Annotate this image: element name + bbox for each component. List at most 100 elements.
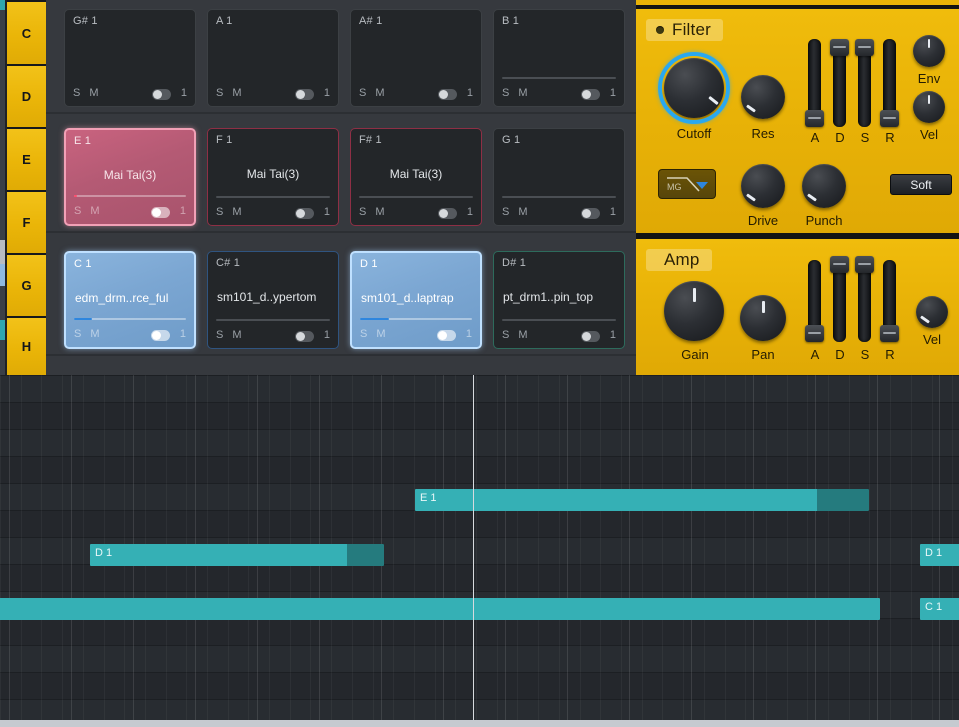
solo-mute-buttons[interactable]: S M <box>74 205 103 217</box>
solo-mute-buttons[interactable]: S M <box>502 206 531 218</box>
piano-roll-editor[interactable]: E 1 D 1 D 1 C 1 <box>0 375 959 720</box>
filter-env-knob[interactable] <box>913 35 945 67</box>
playhead[interactable] <box>473 375 474 720</box>
clip-title: edm_drm..rce_ful <box>75 291 185 305</box>
piano-roll-beat-line <box>559 375 560 720</box>
amp-header[interactable]: Amp <box>646 249 712 271</box>
clip-cell[interactable]: D 1sm101_d..laptrapS M1 <box>350 251 482 349</box>
amp-attack-slider[interactable] <box>808 260 821 342</box>
clip-launch-toggle[interactable] <box>151 207 170 218</box>
piano-roll-beat-line <box>600 375 601 720</box>
res-knob[interactable] <box>741 75 785 119</box>
clip-cell[interactable]: C 1edm_drm..rce_fulS M1 <box>64 251 196 349</box>
piano-roll-note[interactable] <box>0 598 880 620</box>
scene-button-d[interactable]: D <box>7 64 46 127</box>
soft-button[interactable]: Soft <box>890 174 952 195</box>
clip-repeat-count: 1 <box>610 206 616 218</box>
clip-cell[interactable]: C# 1sm101_d..ypertomS M1 <box>207 251 339 349</box>
amp-section: Amp Gain Pan <box>636 236 959 375</box>
piano-roll-note[interactable]: D 1 <box>920 544 959 566</box>
clip-launch-toggle[interactable] <box>438 89 457 100</box>
scene-button-c[interactable]: C <box>7 0 46 64</box>
solo-mute-buttons[interactable]: S M <box>359 87 388 99</box>
piano-roll-note[interactable]: E 1 <box>415 489 869 511</box>
clip-launch-toggle[interactable] <box>151 330 170 341</box>
filter-sustain-slider[interactable] <box>858 39 871 127</box>
piano-roll-beat-line <box>455 375 456 720</box>
filter-release-slider[interactable] <box>883 39 896 127</box>
clip-launch-toggle[interactable] <box>581 331 600 342</box>
clip-launch-toggle[interactable] <box>295 331 314 342</box>
clip-cell[interactable]: G# 1S M1 <box>64 9 196 107</box>
clip-controls: S M1 <box>502 87 616 101</box>
clip-launch-toggle[interactable] <box>438 208 457 219</box>
filter-attack-slider[interactable] <box>808 39 821 127</box>
solo-mute-buttons[interactable]: S M <box>216 206 245 218</box>
solo-mute-buttons[interactable]: S M <box>502 329 531 341</box>
piano-roll-beat-line <box>580 375 581 720</box>
clip-launch-toggle[interactable] <box>152 89 171 100</box>
pan-knob[interactable] <box>740 295 786 341</box>
amp-sustain-slider[interactable] <box>858 260 871 342</box>
clip-controls: S M1 <box>74 205 186 219</box>
filter-decay-slider[interactable] <box>833 39 846 127</box>
clip-cell[interactable]: B 1S M1 <box>493 9 625 107</box>
solo-mute-buttons[interactable]: S M <box>216 329 245 341</box>
clip-repeat-count: 1 <box>466 328 472 340</box>
clip-launch-toggle[interactable] <box>581 89 600 100</box>
clip-title: sm101_d..laptrap <box>361 291 471 305</box>
clip-cell[interactable]: F 1Mai Tai(3)S M1 <box>207 128 339 226</box>
filter-vel-knob[interactable] <box>913 91 945 123</box>
clip-title: sm101_d..ypertom <box>217 290 329 304</box>
piano-roll-beat-line <box>869 375 870 720</box>
clip-title: Mai Tai(3) <box>351 167 481 181</box>
scene-label: C <box>22 26 31 41</box>
clip-launch-toggle[interactable] <box>295 89 314 100</box>
clip-cell[interactable]: G 1S M1 <box>493 128 625 226</box>
clip-cell[interactable]: E 1Mai Tai(3)S M1 <box>64 128 196 226</box>
clip-controls: S M1 <box>216 87 330 101</box>
gain-knob[interactable] <box>664 281 724 341</box>
clip-repeat-count: 1 <box>467 206 473 218</box>
solo-mute-buttons[interactable]: S M <box>216 87 245 99</box>
cutoff-knob[interactable] <box>664 58 724 118</box>
clip-launch-toggle[interactable] <box>437 330 456 341</box>
clip-note-name: F# 1 <box>359 134 382 146</box>
piano-roll-note[interactable]: C 1 <box>920 598 959 620</box>
amp-adsr-label-a: A <box>805 347 825 362</box>
drive-knob[interactable] <box>741 164 785 208</box>
solo-mute-buttons[interactable]: S M <box>359 206 388 218</box>
amp-vel-knob[interactable] <box>916 296 948 328</box>
amp-release-slider[interactable] <box>883 260 896 342</box>
punch-knob[interactable] <box>802 164 846 208</box>
solo-mute-buttons[interactable]: S M <box>502 87 531 99</box>
solo-mute-buttons[interactable]: S M <box>74 328 103 340</box>
scene-button-e[interactable]: E <box>7 127 46 190</box>
scene-button-h[interactable]: H <box>7 316 46 375</box>
piano-roll-beat-line <box>62 375 63 720</box>
solo-mute-buttons[interactable]: S M <box>73 87 102 99</box>
amp-decay-slider[interactable] <box>833 260 846 342</box>
horizontal-scrollbar[interactable] <box>0 720 959 727</box>
chevron-down-icon[interactable] <box>696 182 708 189</box>
clip-cell[interactable]: F# 1 Mai Tai(3) S M 1 <box>350 128 482 226</box>
clip-launch-toggle[interactable] <box>581 208 600 219</box>
session-view: CDEFGH G# 1S M1A 1S M1A# 1S M1B 1S M1E 1… <box>0 0 959 375</box>
instrument-plugin-panel: Filter Cutoff Res <box>636 0 959 375</box>
clip-cell[interactable]: A# 1S M1 <box>350 9 482 107</box>
amp-title: Amp <box>664 250 700 270</box>
filter-header[interactable]: Filter <box>646 19 723 41</box>
piano-roll-beat-line <box>538 375 539 720</box>
clip-cell[interactable]: D# 1pt_drm1..pin_topS M1 <box>493 251 625 349</box>
filter-power-led-icon[interactable] <box>656 26 664 34</box>
scene-button-g[interactable]: G <box>7 253 46 316</box>
clip-cell[interactable]: A 1S M1 <box>207 9 339 107</box>
piano-roll-beat-line <box>745 375 746 720</box>
scene-button-f[interactable]: F <box>7 190 46 253</box>
filter-adsr-label-s: S <box>855 130 875 145</box>
clip-repeat-count: 1 <box>180 328 186 340</box>
filter-slope-selector[interactable]: MG <box>658 169 716 199</box>
solo-mute-buttons[interactable]: S M <box>360 328 389 340</box>
clip-launch-toggle[interactable] <box>295 208 314 219</box>
piano-roll-note[interactable]: D 1 <box>90 544 384 566</box>
